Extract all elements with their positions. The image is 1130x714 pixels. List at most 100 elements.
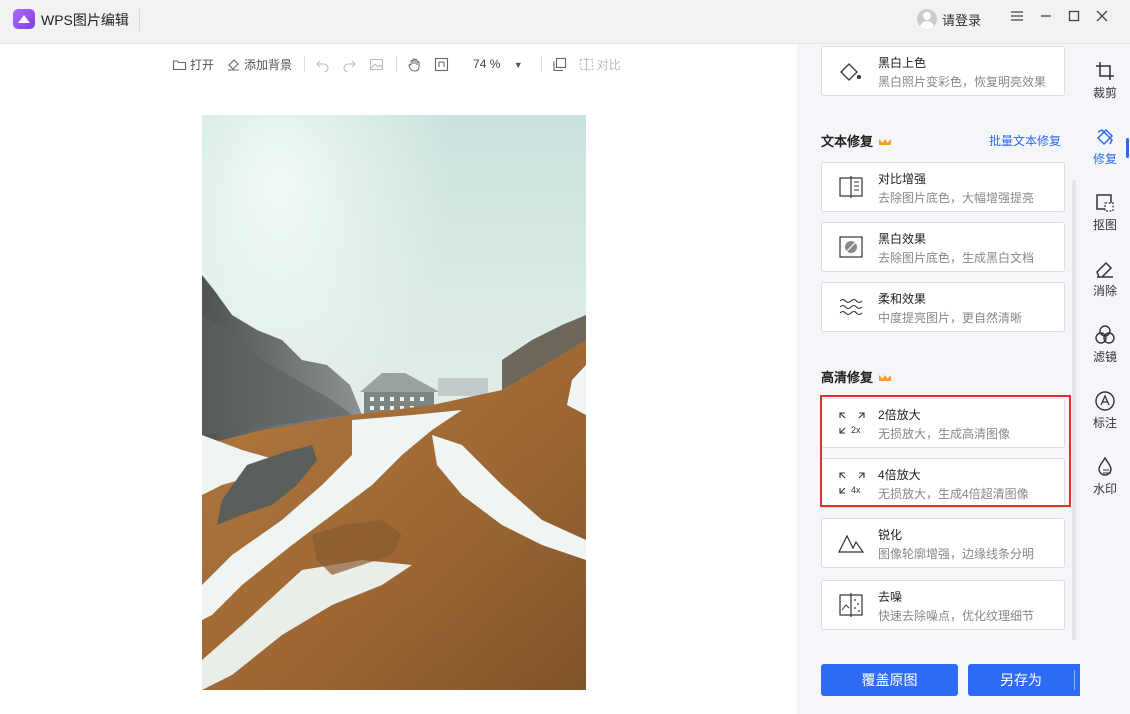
- panel-scrollbar[interactable]: [1072, 180, 1076, 640]
- copy-icon: [553, 57, 566, 71]
- rail-item-crop[interactable]: 裁剪: [1080, 60, 1130, 110]
- pan-button[interactable]: [407, 57, 422, 72]
- card-title: 锐化: [878, 528, 903, 542]
- image-button[interactable]: [369, 57, 384, 72]
- section-title-label: 高清修复: [821, 370, 874, 385]
- repair-icon: [1096, 128, 1114, 146]
- copy-button[interactable]: [552, 57, 567, 72]
- rail-item-annotate[interactable]: 标注: [1080, 390, 1130, 440]
- wave-icon: [839, 298, 863, 316]
- card-title: 对比增强: [878, 172, 927, 186]
- rail-label: 抠图: [1092, 218, 1117, 232]
- divider: [396, 56, 398, 72]
- add-background-button[interactable]: 添加背景: [226, 56, 292, 73]
- compare-button[interactable]: 对比: [579, 56, 621, 73]
- undo-icon: [316, 60, 329, 72]
- background-icon: [228, 58, 240, 71]
- open-label: 打开: [190, 57, 215, 72]
- colorize-card[interactable]: 黑白上色 黑白照片变彩色，恢复明亮效果: [821, 46, 1065, 96]
- rail-item-filter[interactable]: 滤镜: [1080, 324, 1130, 374]
- filter-icon: [1095, 325, 1115, 344]
- cutout-icon: [1096, 194, 1114, 212]
- rail-label: 裁剪: [1092, 86, 1117, 100]
- redo-button[interactable]: [342, 57, 357, 72]
- add-background-label: 添加背景: [244, 57, 293, 72]
- annotate-icon: [1095, 391, 1115, 411]
- rail-item-repair[interactable]: 修复: [1080, 126, 1130, 176]
- card-desc: 去除图片底色，生成黑白文档: [878, 251, 1035, 265]
- login-label: 请登录: [942, 12, 982, 28]
- sharpen-icon: [838, 534, 865, 553]
- card-title: 去噪: [878, 590, 903, 604]
- highlight-box: [820, 395, 1071, 507]
- canvas-area: 打开 添加背景 74 % ▼ 对比: [0, 44, 797, 714]
- edited-photo: [202, 115, 586, 690]
- compare-icon: [579, 57, 593, 71]
- card-title: 黑白上色: [878, 56, 927, 70]
- divider: [540, 56, 542, 72]
- minimize-icon[interactable]: [1037, 9, 1055, 27]
- zoom-select[interactable]: 74 % ▼: [473, 57, 523, 71]
- rail-label: 消除: [1092, 284, 1117, 298]
- close-icon[interactable]: [1093, 9, 1111, 27]
- rail-label: 标注: [1092, 416, 1117, 430]
- rail-item-cutout[interactable]: 抠图: [1080, 192, 1130, 242]
- card-desc: 去除图片底色，大幅增强提亮: [878, 191, 1035, 205]
- rail-label: 水印: [1092, 482, 1117, 496]
- undo-button[interactable]: [315, 57, 330, 72]
- image-toolbar: 打开 添加背景 74 % ▼ 对比: [172, 52, 633, 76]
- divider: [304, 56, 306, 72]
- hand-icon: [408, 58, 420, 72]
- section-title-text-repair: 文本修复: [821, 131, 891, 150]
- avatar-icon: [917, 9, 937, 29]
- divider: [1074, 670, 1075, 690]
- open-button[interactable]: 打开: [172, 56, 214, 73]
- contrast-enhance-card[interactable]: 对比增强 去除图片底色，大幅增强提亮: [821, 162, 1065, 212]
- rail-label: 修复: [1092, 152, 1117, 166]
- redo-icon: [343, 60, 356, 72]
- function-panel: 黑白上色 黑白照片变彩色，恢复明亮效果 文本修复 批量文本修复 对比增强 去除图…: [797, 44, 1105, 714]
- fit-screen-icon: [434, 57, 449, 71]
- section-title-hd-repair: 高清修复: [821, 367, 891, 386]
- card-desc: 图像轮廓增强，边缘线条分明: [878, 547, 1035, 561]
- rail-item-watermark[interactable]: 水印: [1080, 456, 1130, 506]
- black-white-icon: [839, 236, 863, 258]
- rail-item-erase[interactable]: 消除: [1080, 258, 1130, 308]
- folder-icon: [172, 59, 187, 70]
- card-desc: 黑白照片变彩色，恢复明亮效果: [878, 75, 1047, 89]
- black-white-card[interactable]: 黑白效果 去除图片底色，生成黑白文档: [821, 222, 1065, 272]
- batch-text-repair-link[interactable]: 批量文本修复: [989, 132, 1061, 149]
- zoom-value: 74 %: [473, 57, 501, 71]
- chevron-down-icon: ▼: [513, 60, 523, 70]
- tool-rail: 裁剪 修复 抠图 消除 滤镜 标注 水印: [1080, 44, 1130, 714]
- fit-button[interactable]: [434, 57, 449, 72]
- watermark-icon: [1098, 456, 1112, 476]
- hamburger-icon[interactable]: [1008, 9, 1026, 27]
- crown-icon: [879, 136, 891, 145]
- card-desc: 中度提亮图片，更自然清晰: [878, 311, 1023, 325]
- contrast-icon: [839, 176, 863, 198]
- compare-label: 对比: [596, 57, 621, 72]
- card-title: 黑白效果: [878, 232, 927, 246]
- image-icon: [369, 58, 384, 70]
- save-as-label: 另存为: [1000, 672, 1042, 688]
- crown-icon: [879, 372, 891, 381]
- soft-effect-card[interactable]: 柔和效果 中度提亮图片，更自然清晰: [821, 282, 1065, 332]
- app-logo-icon: [13, 9, 35, 29]
- denoise-icon: [839, 593, 863, 617]
- denoise-card[interactable]: 去噪 快速去除噪点，优化纹理细节: [821, 580, 1065, 630]
- title-bar: WPS图片编辑 请登录: [0, 0, 1130, 44]
- cover-original-button[interactable]: 覆盖原图: [821, 664, 958, 696]
- sharpen-card[interactable]: 锐化 图像轮廓增强，边缘线条分明: [821, 518, 1065, 568]
- crop-icon: [1096, 62, 1114, 80]
- divider: [139, 9, 140, 31]
- login-button[interactable]: 请登录: [917, 8, 981, 30]
- maximize-icon[interactable]: [1065, 9, 1083, 27]
- section-title-label: 文本修复: [821, 134, 874, 149]
- card-title: 柔和效果: [878, 292, 927, 306]
- rail-label: 滤镜: [1092, 350, 1117, 364]
- paint-bucket-icon: [840, 63, 861, 81]
- active-indicator: [1126, 138, 1129, 158]
- card-desc: 快速去除噪点，优化纹理细节: [878, 609, 1035, 623]
- eraser-icon: [1096, 261, 1113, 278]
